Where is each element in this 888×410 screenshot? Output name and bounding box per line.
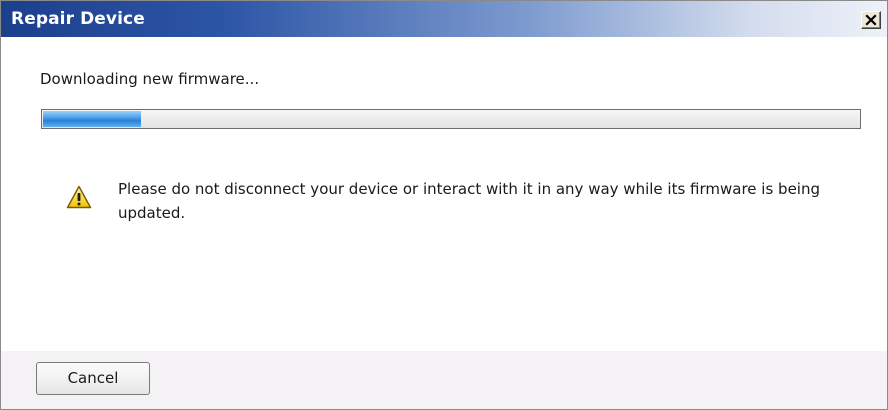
window-title: Repair Device bbox=[11, 9, 145, 29]
cancel-button[interactable]: Cancel bbox=[36, 362, 150, 395]
download-status-text: Downloading new firmware... bbox=[40, 70, 260, 88]
warning-message: Please do not disconnect your device or … bbox=[118, 180, 820, 222]
close-button[interactable] bbox=[861, 11, 881, 29]
progress-fill bbox=[43, 111, 141, 127]
close-icon bbox=[865, 14, 877, 26]
warning-icon bbox=[66, 185, 92, 209]
dialog-footer: Cancel bbox=[1, 351, 887, 409]
title-bar: Repair Device bbox=[1, 1, 887, 37]
progress-bar bbox=[41, 109, 861, 129]
repair-device-dialog: Repair Device Downloading new firmware..… bbox=[0, 0, 888, 410]
